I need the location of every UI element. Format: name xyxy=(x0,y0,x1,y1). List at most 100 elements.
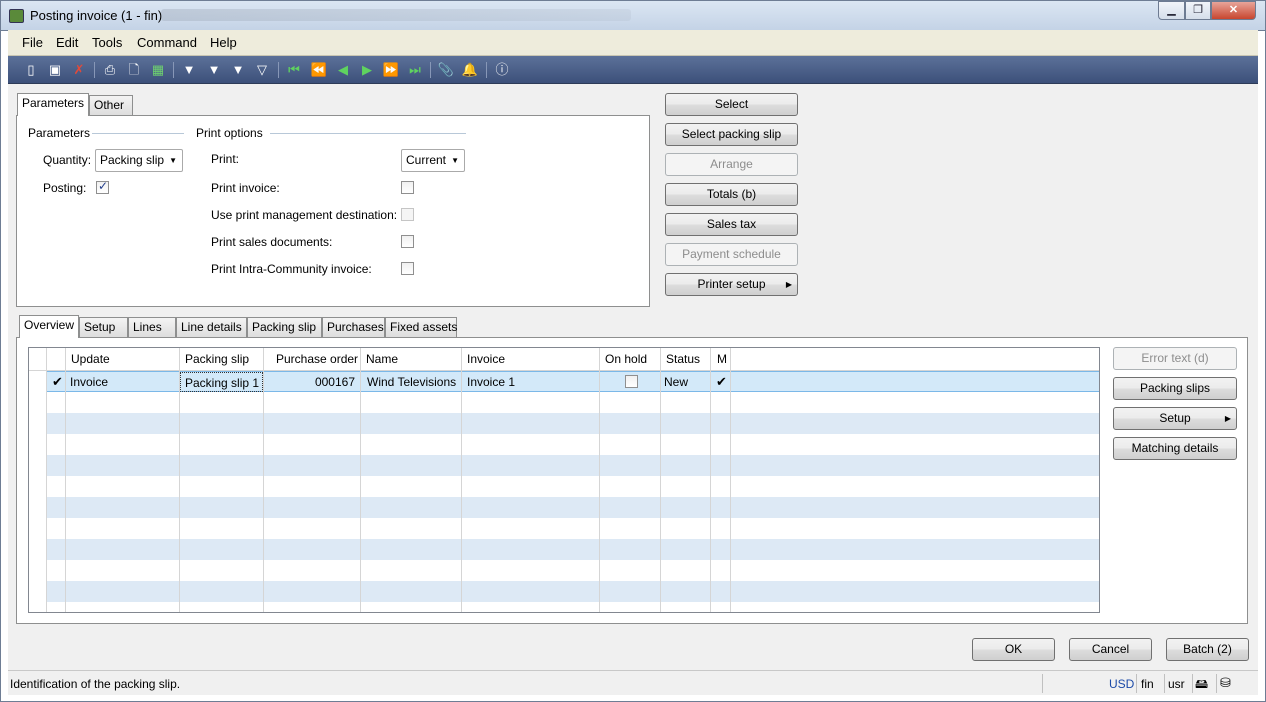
sales-tax-button[interactable]: Sales tax xyxy=(665,213,798,236)
print-preview-icon[interactable]: 🗋 xyxy=(125,61,143,78)
delete-icon[interactable]: ✗ xyxy=(70,61,88,78)
table-row[interactable] xyxy=(29,413,1099,434)
menu-edit[interactable]: Edit xyxy=(56,35,78,50)
excel-icon[interactable]: ▦ xyxy=(149,61,167,78)
table-row[interactable] xyxy=(29,497,1099,518)
table-row[interactable] xyxy=(29,518,1099,539)
tab-packing-slip[interactable]: Packing slip xyxy=(247,317,322,338)
setup-button[interactable]: Setup ▶ xyxy=(1113,407,1237,430)
error-text-button[interactable]: Error text (d) xyxy=(1113,347,1237,370)
table-row[interactable] xyxy=(29,602,1099,612)
menu-help[interactable]: Help xyxy=(210,35,237,50)
tab-overview[interactable]: Overview xyxy=(19,315,79,338)
select-button[interactable]: Select xyxy=(665,93,798,116)
chevron-down-icon: ▼ xyxy=(169,156,177,165)
print-select[interactable]: Current ▼ xyxy=(401,149,465,172)
cell-name[interactable]: Wind Televisions xyxy=(363,372,461,393)
print-icon[interactable]: ⎙ xyxy=(101,61,119,78)
header-invoice[interactable]: Invoice xyxy=(462,348,600,371)
help-icon[interactable]: ⓘ xyxy=(493,61,511,78)
tab-other[interactable]: Other xyxy=(89,95,133,116)
header-status[interactable]: Status xyxy=(661,348,711,371)
totals-button[interactable]: Totals (b) xyxy=(665,183,798,206)
cell-status[interactable]: New xyxy=(660,372,708,393)
header-update[interactable]: Update xyxy=(66,348,180,371)
quantity-select[interactable]: Packing slip ▼ xyxy=(95,149,183,172)
print-invoice-checkbox[interactable] xyxy=(401,181,414,194)
chevron-down-icon: ▼ xyxy=(451,156,459,165)
session-icon[interactable]: 🖴 xyxy=(1195,675,1208,697)
company-indicator[interactable]: fin xyxy=(1141,677,1154,691)
menu-tools[interactable]: Tools xyxy=(92,35,122,50)
save-icon[interactable]: ▣ xyxy=(46,61,64,78)
table-row[interactable]: ✔ Invoice Packing slip 1 000167 Wind Tel… xyxy=(29,371,1099,393)
table-row[interactable] xyxy=(29,560,1099,581)
group-divider xyxy=(92,133,184,134)
posting-checkbox[interactable] xyxy=(96,179,109,194)
cell-update[interactable]: Invoice xyxy=(66,372,178,393)
setup-label: Setup xyxy=(1159,411,1191,425)
tab-lines[interactable]: Lines xyxy=(128,317,176,338)
previous-page-icon[interactable]: ⏪ xyxy=(310,61,328,78)
tab-purchases[interactable]: Purchases xyxy=(322,317,385,338)
arrange-button[interactable]: Arrange xyxy=(665,153,798,176)
print-label: Print: xyxy=(211,152,240,166)
tab-line-details[interactable]: Line details xyxy=(176,317,247,338)
print-intra-community-checkbox[interactable] xyxy=(401,262,414,275)
status-bar: Identification of the packing slip. USD … xyxy=(8,670,1258,695)
header-packing-slip[interactable]: Packing slip xyxy=(180,348,264,371)
database-icon[interactable]: ⛁ xyxy=(1220,675,1231,691)
batch-button[interactable]: Batch (2) xyxy=(1166,638,1249,661)
filter-by-selection-icon[interactable]: ▼ xyxy=(180,61,198,78)
print-sales-documents-checkbox[interactable] xyxy=(401,235,414,248)
cell-packing-slip[interactable]: Packing slip 1 xyxy=(180,372,263,392)
currency-indicator[interactable]: USD xyxy=(1109,677,1134,691)
tab-fixed-assets[interactable]: Fixed assets xyxy=(385,317,457,338)
filter-by-grid-icon[interactable]: ▼ xyxy=(205,61,223,78)
payment-schedule-button[interactable]: Payment schedule xyxy=(665,243,798,266)
toolbar-separator xyxy=(173,62,174,78)
menu-bar: File Edit Tools Command Help xyxy=(8,30,1258,56)
alert-icon[interactable]: 🔔 xyxy=(461,61,479,78)
table-row[interactable] xyxy=(29,581,1099,602)
ok-button[interactable]: OK xyxy=(972,638,1055,661)
matching-details-button[interactable]: Matching details xyxy=(1113,437,1237,460)
table-row[interactable] xyxy=(29,539,1099,560)
cancel-button[interactable]: Cancel xyxy=(1069,638,1152,661)
tab-parameters[interactable]: Parameters xyxy=(17,93,89,116)
window-title: Posting invoice (1 - fin) xyxy=(30,8,163,23)
header-purchase-order[interactable]: Purchase order xyxy=(264,348,361,371)
cell-purchase-order[interactable]: 000167 xyxy=(264,372,360,393)
mark-column xyxy=(47,371,66,612)
table-row[interactable] xyxy=(29,392,1099,413)
next-page-icon[interactable]: ⏩ xyxy=(382,61,400,78)
next-record-icon[interactable]: ▶ xyxy=(358,61,376,78)
on-hold-checkbox[interactable] xyxy=(625,375,638,388)
minimize-button[interactable]: ▁ xyxy=(1158,1,1185,20)
header-on-hold[interactable]: On hold xyxy=(600,348,661,371)
printer-setup-button[interactable]: Printer setup ▶ xyxy=(665,273,798,296)
new-icon[interactable]: ▯ xyxy=(22,61,40,78)
table-row[interactable] xyxy=(29,455,1099,476)
menu-command[interactable]: Command xyxy=(137,35,197,50)
close-button[interactable]: ✕ xyxy=(1211,1,1256,20)
packing-slips-button[interactable]: Packing slips xyxy=(1113,377,1237,400)
header-name[interactable]: Name xyxy=(361,348,462,371)
group-divider xyxy=(270,133,466,134)
table-row[interactable] xyxy=(29,434,1099,455)
remove-filter-icon[interactable]: ▽ xyxy=(253,61,271,78)
menu-file[interactable]: File xyxy=(22,35,43,50)
maximize-button[interactable]: ❐ xyxy=(1185,1,1211,20)
header-m[interactable]: M xyxy=(711,348,731,371)
first-record-icon[interactable]: ⏮ xyxy=(285,61,303,78)
table-row[interactable] xyxy=(29,476,1099,497)
cell-invoice[interactable]: Invoice 1 xyxy=(463,372,599,393)
user-indicator[interactable]: usr xyxy=(1168,677,1185,691)
tab-setup[interactable]: Setup xyxy=(79,317,128,338)
advanced-filter-icon[interactable]: ▼ xyxy=(229,61,247,78)
previous-record-icon[interactable]: ◀ xyxy=(334,61,352,78)
use-print-management-checkbox[interactable] xyxy=(401,208,414,221)
last-record-icon[interactable]: ⏭ xyxy=(406,61,424,78)
select-packing-slip-button[interactable]: Select packing slip xyxy=(665,123,798,146)
document-handling-icon[interactable]: 📎 xyxy=(437,61,455,78)
